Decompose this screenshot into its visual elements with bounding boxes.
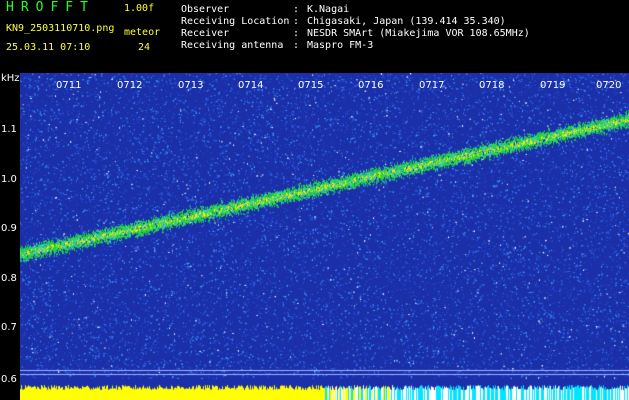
time-label: 0716 [358,80,384,91]
time-label: 0715 [298,80,324,91]
freq-label-0-6: 0.6 [1,374,17,385]
info-row-location: Receiving Location: Chigasaki, Japan (139… [181,16,506,27]
info-row-observer: Observer: K.Nagai [181,4,350,15]
freq-label-0-7: 0.7 [1,322,17,333]
datetime-label: 25.03.11 07:10 [6,42,91,53]
app-title: HROFFT [6,0,95,15]
version-label: 1.00f [124,3,155,14]
filename-label: KN9_2503110710.png [6,23,115,34]
freq-unit-label: kHz [1,73,20,84]
freq-label-1-1: 1.1 [1,124,17,135]
time-label: 0714 [238,80,264,91]
info-row-receiver: Receiver: NESDR SMArt (Miakejima VOR 108.… [181,28,530,39]
time-label: 0713 [178,80,204,91]
count-label: 24 [138,42,151,53]
time-label: 0711 [56,80,82,91]
header-panel: HROFFT 1.00f KN9_2503110710.png meteor 2… [0,0,629,73]
mode-label: meteor [124,27,161,38]
time-label: 0718 [479,80,505,91]
freq-label-1-0: 1.0 [1,174,17,185]
time-label: 0720 [596,80,622,91]
time-label: 0712 [117,80,143,91]
info-row-antenna: Receiving antenna: Maspro FM-3 [181,40,374,51]
time-label: 0719 [540,80,566,91]
spectrogram[interactable] [20,73,629,400]
freq-label-0-8: 0.8 [1,273,17,284]
freq-label-0-9: 0.9 [1,223,17,234]
time-label: 0717 [419,80,445,91]
